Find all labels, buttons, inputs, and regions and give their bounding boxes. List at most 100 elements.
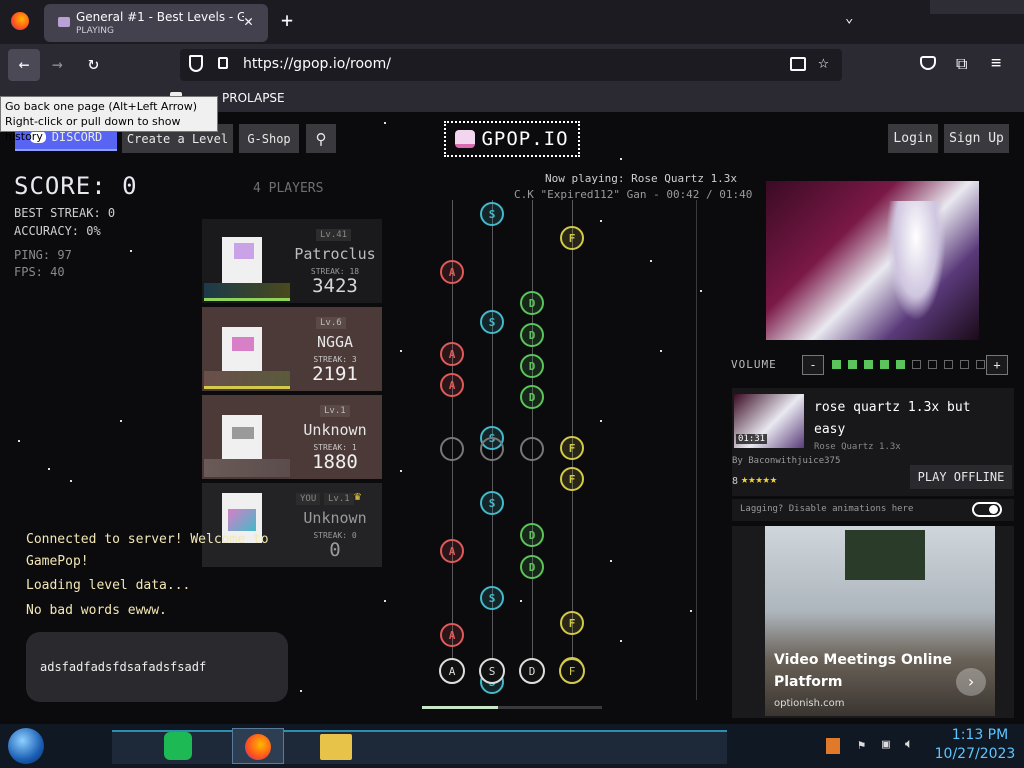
note-hold-marker <box>440 437 464 461</box>
star-dot <box>400 470 402 472</box>
volume-step[interactable] <box>880 360 889 369</box>
ad-next-arrow-icon[interactable]: › <box>956 668 986 696</box>
note-s: S <box>480 310 504 334</box>
login-button[interactable]: Login <box>888 124 938 153</box>
accuracy: ACCURACY: 0% <box>14 224 101 238</box>
firefox-icon[interactable] <box>11 12 29 30</box>
new-tab-icon[interactable]: + <box>281 8 293 32</box>
star-dot <box>660 350 662 352</box>
lane-line <box>572 200 573 670</box>
volume-step[interactable] <box>848 360 857 369</box>
song-progress-fill <box>422 706 498 709</box>
star-dot <box>70 480 72 482</box>
forward-button-icon[interactable]: → <box>52 54 63 75</box>
tooltip-line-1: Go back one page (Alt+Left Arrow) <box>5 100 198 113</box>
clock-date[interactable]: 10/27/2023 <box>930 746 1020 762</box>
reload-icon[interactable]: ↻ <box>88 53 99 74</box>
player-you-badge: YOU <box>296 493 321 505</box>
tracking-shield-icon[interactable] <box>189 55 203 72</box>
note-f: F <box>560 611 584 635</box>
search-button[interactable]: ⚲ <box>306 124 336 153</box>
bookmark-prolapse[interactable]: PROLAPSE <box>222 91 285 105</box>
player-card: Lv.1 Unknown STREAK: 1 1880 <box>202 395 382 479</box>
star-dot <box>650 260 652 262</box>
extensions-icon[interactable]: ⧉ <box>956 54 967 74</box>
chat-message: Loading level data... <box>26 578 191 593</box>
player-level: Lv.1 <box>320 405 350 417</box>
advertisement[interactable]: Video Meetings Online Platform optionish… <box>732 526 1014 718</box>
star-dot <box>400 350 402 352</box>
url-text[interactable]: https://gpop.io/room/ <box>243 56 391 72</box>
tray-flag-icon[interactable]: ⚑ <box>858 738 865 752</box>
note-s: S <box>480 586 504 610</box>
star-dot <box>384 600 386 602</box>
volume-step[interactable] <box>960 360 969 369</box>
browser-tab-active[interactable]: General #1 - Best Levels - Gpop PLAYING … <box>44 4 268 42</box>
best-streak: BEST STREAK: 0 <box>14 206 116 220</box>
gpop-logo[interactable]: GPOP.IO <box>444 121 580 157</box>
file-explorer-app-icon[interactable] <box>320 734 352 760</box>
chat-input[interactable]: adsfadfadsfdsafadsfsadf <box>26 632 288 702</box>
volume-step[interactable] <box>976 360 985 369</box>
star-dot <box>700 290 702 292</box>
tray-app-icon[interactable] <box>826 738 840 754</box>
start-orb-icon[interactable] <box>8 728 44 764</box>
note-a: A <box>440 623 464 647</box>
key-s-button[interactable]: S <box>479 658 505 684</box>
ad-title: Platform <box>774 674 843 690</box>
player-score: 2191 <box>312 363 358 385</box>
browser-tab-strip: General #1 - Best Levels - Gpop PLAYING … <box>0 0 1024 44</box>
note-d: D <box>520 555 544 579</box>
volume-down-button[interactable]: - <box>802 355 824 375</box>
volume-step[interactable] <box>928 360 937 369</box>
volume-label: VOLUME <box>731 358 777 371</box>
volume-step[interactable] <box>944 360 953 369</box>
tray-volume-icon[interactable]: 🔈︎ <box>905 736 913 752</box>
volume-step[interactable] <box>912 360 921 369</box>
spotify-app-icon[interactable] <box>164 732 192 760</box>
list-tabs-chevron-down-icon[interactable]: ⌄ <box>845 10 853 26</box>
tab-close-icon[interactable]: ✕ <box>244 12 253 30</box>
volume-up-button[interactable]: + <box>986 355 1008 375</box>
key-a-button[interactable]: A <box>439 658 465 684</box>
menu-hamburger-icon[interactable]: ≡ <box>991 53 1001 73</box>
back-button-tooltip: Go back one page (Alt+Left Arrow) Right-… <box>0 96 218 143</box>
tray-network-icon[interactable]: ▣ <box>882 737 890 752</box>
back-button-icon[interactable]: ← <box>8 49 40 81</box>
player-level: Lv.6 <box>316 317 346 329</box>
player-avatar <box>222 415 262 459</box>
star-dot <box>520 600 522 602</box>
clock-time[interactable]: 1:13 PM <box>940 727 1020 743</box>
picture-in-picture-icon[interactable] <box>790 57 806 71</box>
crown-icon: ♛ <box>354 489 362 503</box>
volume-step[interactable] <box>896 360 905 369</box>
lag-toggle-label: Lagging? Disable animations here <box>740 504 914 514</box>
song-title: easy <box>814 422 846 437</box>
song-title: rose quartz 1.3x but <box>814 400 971 415</box>
firefox-app-icon[interactable] <box>232 728 284 764</box>
star-dot <box>384 122 386 124</box>
ping: PING: 97 <box>14 248 72 262</box>
player-score: 0 <box>329 539 341 561</box>
player-avatar <box>222 237 262 283</box>
bookmark-star-icon[interactable]: ☆ <box>818 52 829 73</box>
note-a: A <box>440 373 464 397</box>
animations-toggle-switch[interactable] <box>972 502 1002 517</box>
star-dot <box>610 560 612 562</box>
gshop-button[interactable]: G-Shop <box>239 124 299 153</box>
key-f-button[interactable]: F <box>559 658 585 684</box>
play-offline-button[interactable]: PLAY OFFLINE <box>910 465 1012 489</box>
score-display: SCORE: 0 <box>14 172 138 200</box>
lock-icon[interactable] <box>218 57 228 69</box>
url-bar[interactable]: https://gpop.io/room/ ☆ <box>180 49 842 81</box>
now-playing-time: C.K "Expired112" Gan - 00:42 / 01:40 <box>514 188 753 201</box>
song-subtitle: Rose Quartz 1.3x <box>814 442 901 452</box>
key-d-button[interactable]: D <box>519 658 545 684</box>
os-taskbar: ⚑ ▣ 🔈︎ 1:13 PM 10/27/2023 <box>0 724 1024 768</box>
signup-button[interactable]: Sign Up <box>944 124 1009 153</box>
volume-step[interactable] <box>832 360 841 369</box>
volume-step[interactable] <box>864 360 873 369</box>
star-dot <box>620 640 622 642</box>
player-name: Unknown <box>303 509 367 527</box>
note-d: D <box>520 291 544 315</box>
